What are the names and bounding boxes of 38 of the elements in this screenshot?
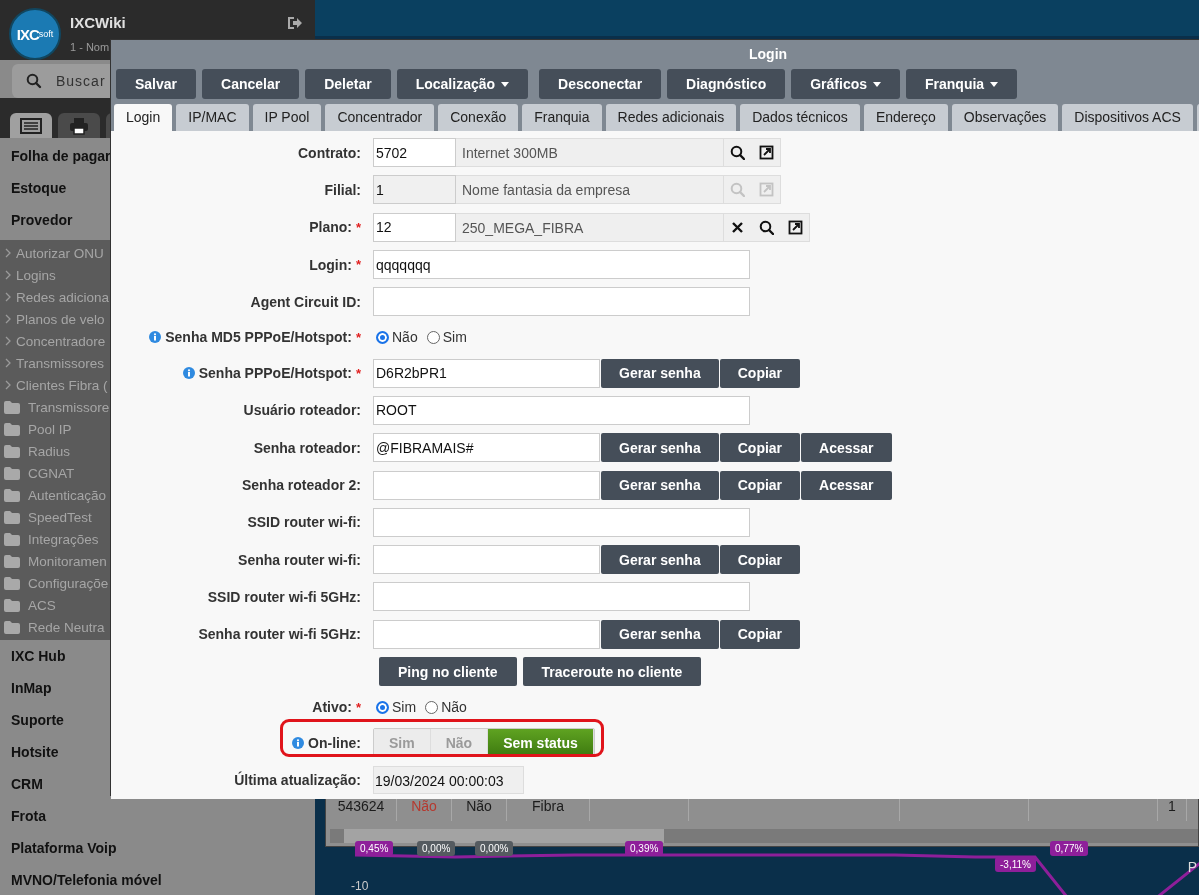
required-mark: * xyxy=(355,257,361,273)
company-name: 1 - Nom xyxy=(70,41,111,53)
field-label: Plano: xyxy=(309,219,352,236)
description-field: 250_MEGA_FIBRA xyxy=(456,212,723,242)
field-label: Senha roteador: xyxy=(253,439,361,456)
field-label: Login: xyxy=(309,256,352,273)
field-label: Ativo: xyxy=(312,699,352,716)
app-name: IXCWiki xyxy=(70,14,126,31)
value-tag: -3,11% xyxy=(995,857,1036,872)
description-field: Nome fantasia da empresa xyxy=(456,175,723,205)
field-label: SSID router wi-fi 5GHz: xyxy=(207,588,361,605)
readonly-field: 19/03/2024 00:00:03 xyxy=(373,766,524,795)
field-label: Contrato: xyxy=(298,144,361,161)
field-label: Senha router wi-fi: xyxy=(238,551,361,568)
field-label: Filial: xyxy=(324,181,361,198)
axis-label: -10 xyxy=(351,879,369,893)
field-label: SSID router wi-fi: xyxy=(247,514,361,531)
field-label: Usuário roteador: xyxy=(243,402,361,419)
value-tag: 0,00% xyxy=(475,841,514,856)
field-label: Senha router wi-fi 5GHz: xyxy=(198,626,361,643)
field-label: On-line: xyxy=(308,734,361,751)
description-field: Internet 300MB xyxy=(456,138,723,168)
field-label: Última atualização: xyxy=(234,772,361,789)
value-tag: 0,77% xyxy=(1050,841,1089,856)
required-mark: * xyxy=(355,219,361,235)
required-mark: * xyxy=(355,699,361,715)
window-title: Login xyxy=(748,45,789,64)
required-mark: * xyxy=(355,330,361,345)
value-tag: 0,00% xyxy=(417,841,456,856)
field-label: Senha roteador 2: xyxy=(241,477,361,493)
value-tag: 0,39% xyxy=(625,841,664,856)
panel-text: P xyxy=(1187,859,1197,875)
field-label: Senha PPPoE/Hotspot: xyxy=(198,365,352,382)
field-label: Agent Circuit ID: xyxy=(250,293,361,310)
field-label: Senha MD5 PPPoE/Hotspot: xyxy=(165,329,352,346)
required-mark: * xyxy=(355,365,361,381)
logo: IXCsoft xyxy=(9,8,61,60)
value-tag: 0,45% xyxy=(355,841,394,856)
